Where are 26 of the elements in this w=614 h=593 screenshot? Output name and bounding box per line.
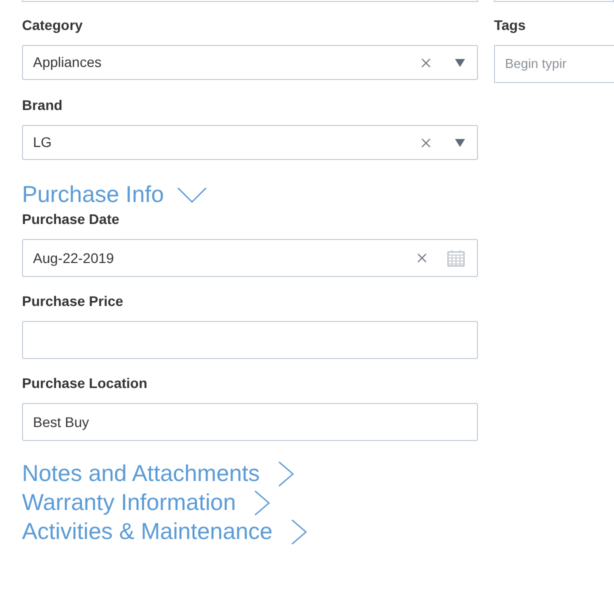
dropdown-field[interactable]: Appliances (22, 45, 478, 80)
input-field[interactable]: Best Buy (22, 403, 478, 441)
field-label: Tags (494, 16, 527, 35)
field-label: Category (22, 16, 84, 35)
chevron-down-icon[interactable] (176, 186, 207, 202)
date-field[interactable]: Aug-22-2019 (22, 239, 478, 277)
dropdown-caret-icon[interactable] (455, 58, 465, 66)
chevron-right-icon[interactable] (254, 490, 270, 516)
tags-field[interactable]: Begin typir (494, 45, 614, 83)
section-header[interactable]: Notes and Attachments (22, 459, 478, 488)
dropdown-caret-icon[interactable] (455, 138, 465, 146)
field-label: Purchase Date (22, 210, 120, 229)
input-field[interactable] (22, 321, 478, 359)
field-label: Purchase Location (22, 374, 148, 393)
chevron-right-icon[interactable] (278, 460, 294, 486)
clear-icon[interactable] (421, 58, 431, 68)
clear-icon[interactable] (421, 138, 431, 148)
chevron-right-icon[interactable] (290, 518, 307, 544)
section-header[interactable]: Warranty Information (22, 488, 478, 517)
section-header[interactable]: Purchase Info (22, 180, 478, 209)
calendar-icon[interactable] (447, 249, 465, 267)
section-header[interactable]: Activities & Maintenance (22, 517, 478, 546)
field-label: Purchase Price (22, 292, 124, 311)
field-label: Brand (22, 96, 64, 115)
dropdown-field[interactable]: LG (22, 125, 478, 160)
clear-icon[interactable] (417, 253, 427, 263)
